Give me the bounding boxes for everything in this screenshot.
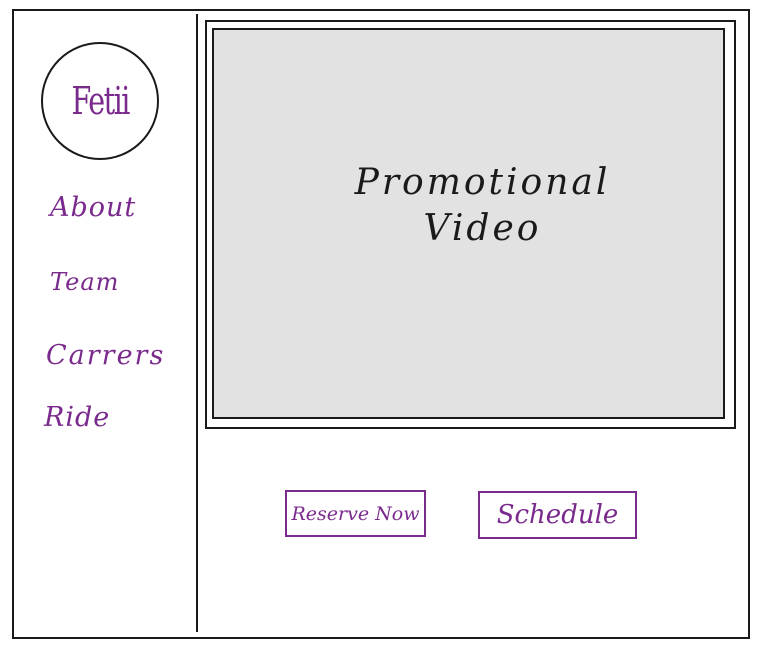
reserve-now-button[interactable]: Reserve Now [285, 490, 426, 537]
sidebar-item-about[interactable]: About [50, 192, 136, 223]
promo-video-frame: Promotional Video [205, 20, 736, 429]
sidebar-item-careers[interactable]: Carrers [46, 340, 165, 371]
sidebar-item-team[interactable]: Team [50, 268, 119, 296]
logo-text: Fetii [71, 79, 130, 123]
promo-video-label-line1: Promotional [354, 162, 611, 203]
logo[interactable]: Fetii [41, 42, 159, 160]
sidebar-divider [196, 14, 198, 632]
promo-video-label-line2: Video [423, 208, 542, 249]
promo-video-label: Promotional Video [214, 160, 723, 252]
sidebar-item-ride[interactable]: Ride [44, 402, 110, 433]
schedule-button[interactable]: Schedule [478, 491, 637, 539]
promo-video-player[interactable]: Promotional Video [212, 28, 725, 419]
